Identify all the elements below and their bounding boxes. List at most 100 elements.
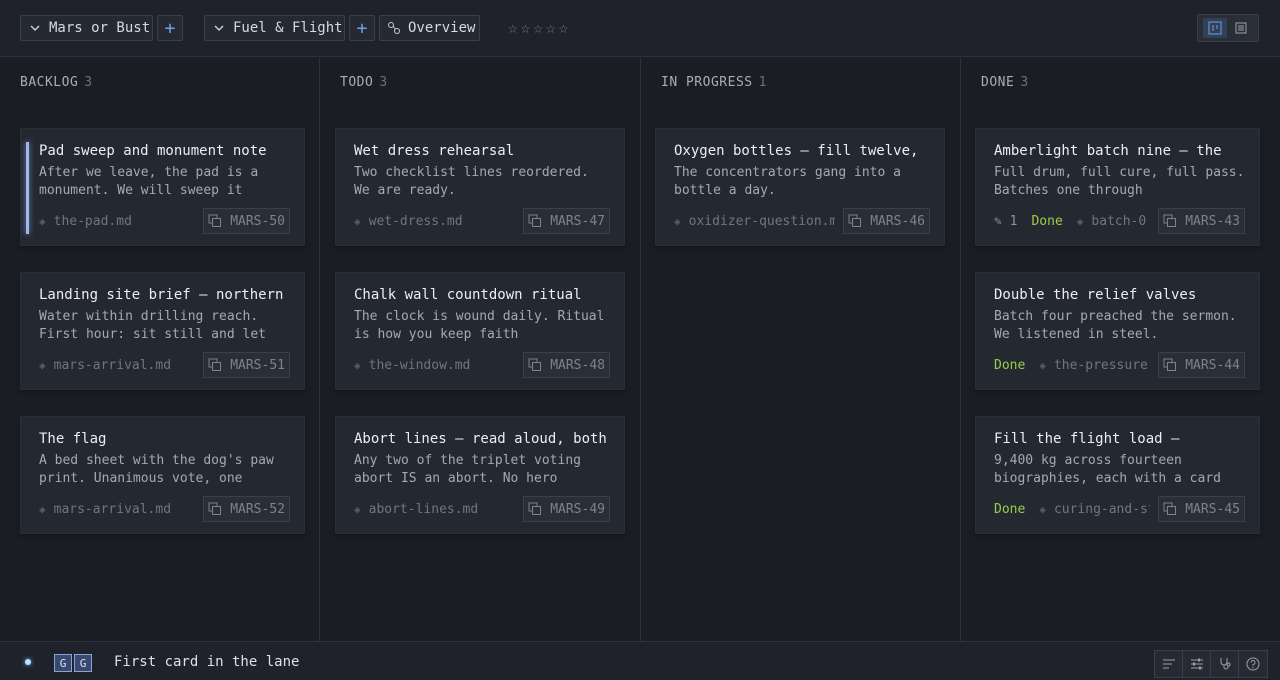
overview-label: Overview (408, 20, 476, 36)
card-description: The concentrators gang into a bottle a d… (674, 165, 901, 198)
plus-icon: + (356, 17, 368, 39)
sort-button[interactable] (1155, 651, 1183, 677)
column-header: DONE 3 (981, 75, 1029, 90)
status-indicator-icon (25, 659, 31, 665)
status-badge: Done (1031, 213, 1063, 229)
task-card[interactable]: The flag A bed sheet with the dog's paw p… (20, 416, 305, 534)
copy-key-button[interactable]: MARS-52 (203, 496, 290, 522)
linked-file[interactable]: mars-arrival.md (54, 502, 196, 517)
file-link-icon: ◈ (39, 358, 46, 372)
copy-key-button[interactable]: MARS-43 (1158, 208, 1245, 234)
card-description: 9,400 kg across fourteen biographies, ea… (994, 453, 1221, 486)
board-label: Fuel & Flight (233, 20, 343, 36)
star-icon[interactable]: ☆ (559, 19, 569, 37)
linked-file[interactable]: the-pressure (1054, 358, 1150, 373)
status-bar: G G First card in the lane (0, 641, 1280, 680)
linked-file[interactable]: the-pad.md (54, 214, 196, 229)
overview-button[interactable]: Overview (379, 15, 480, 41)
card-footer: ◈ the-pad.md MARS-50 (39, 208, 290, 234)
copy-key-button[interactable]: MARS-47 (523, 208, 610, 234)
file-link-icon: ◈ (39, 214, 46, 228)
status-message: First card in the lane (114, 654, 300, 670)
task-card[interactable]: Pad sweep and monument note After we leav… (20, 128, 305, 246)
column-title: IN PROGRESS (661, 75, 753, 90)
card-title: Chalk wall countdown ritual (354, 287, 582, 303)
task-card[interactable]: Amberlight batch nine — the Full drum, fu… (975, 128, 1260, 246)
copy-key-button[interactable]: MARS-50 (203, 208, 290, 234)
task-card[interactable]: Wet dress rehearsal Two checklist lines r… (335, 128, 625, 246)
pencil-icon: ✎ (994, 213, 1002, 229)
linked-file[interactable]: oxidizer-question.md (689, 214, 836, 229)
issue-key: MARS-46 (870, 213, 925, 229)
health-button[interactable] (1211, 651, 1239, 677)
graph-icon (380, 21, 408, 35)
star-icon[interactable]: ☆ (521, 19, 531, 37)
copy-icon (848, 214, 862, 227)
linked-file[interactable]: mars-arrival.md (54, 358, 196, 373)
list-icon (1235, 22, 1247, 34)
copy-key-button[interactable]: MARS-44 (1158, 352, 1245, 378)
list-view-button[interactable] (1229, 18, 1253, 38)
rating-stars[interactable]: ☆ ☆ ☆ ☆ ☆ (508, 19, 568, 37)
copy-icon (1163, 358, 1177, 371)
task-card[interactable]: Chalk wall countdown ritual The clock is … (335, 272, 625, 390)
add-board-button[interactable]: + (349, 15, 375, 41)
task-card[interactable]: Oxygen bottles — fill twelve, The concent… (655, 128, 945, 246)
star-icon[interactable]: ☆ (508, 19, 518, 37)
plus-icon: + (164, 17, 176, 39)
card-footer: Done ◈ curing-and-st MARS-45 (994, 496, 1245, 522)
linked-file[interactable]: curing-and-st (1054, 502, 1150, 517)
project-selector[interactable]: Mars or Bust (20, 15, 153, 41)
task-card[interactable]: Double the relief valves Batch four preac… (975, 272, 1260, 390)
add-project-button[interactable]: + (157, 15, 183, 41)
board-icon (1208, 21, 1222, 35)
column-title: BACKLOG (20, 75, 79, 90)
filter-button[interactable] (1183, 651, 1211, 677)
issue-key: MARS-43 (1185, 213, 1240, 229)
column-done: DONE 3 Amberlight batch nine — the Full dru… (961, 58, 1280, 641)
column-count: 3 (379, 75, 388, 90)
star-icon[interactable]: ☆ (533, 19, 543, 37)
task-card[interactable]: Abort lines — read aloud, both Any two of… (335, 416, 625, 534)
task-card[interactable]: Fill the flight load — 9,400 kg across fo… (975, 416, 1260, 534)
help-icon (1246, 657, 1260, 671)
copy-key-button[interactable]: MARS-48 (523, 352, 610, 378)
sliders-icon (1190, 658, 1203, 670)
task-card[interactable]: Landing site brief — northern Water withi… (20, 272, 305, 390)
card-description: Two checklist lines reordered. We are re… (354, 165, 589, 198)
copy-key-button[interactable]: MARS-51 (203, 352, 290, 378)
star-icon[interactable]: ☆ (546, 19, 556, 37)
board-selector[interactable]: Fuel & Flight (204, 15, 345, 41)
card-title: Double the relief valves (994, 287, 1197, 303)
board-view-button[interactable] (1203, 18, 1227, 38)
card-title: Fill the flight load — (994, 431, 1180, 447)
linked-file[interactable]: the-window.md (369, 358, 516, 373)
linked-file[interactable]: abort-lines.md (369, 502, 516, 517)
sort-icon (1162, 659, 1175, 669)
help-button[interactable] (1239, 651, 1267, 677)
card-description: After we leave, the pad is a monument. W… (39, 165, 259, 198)
top-toolbar: Mars or Bust + Fuel & Flight + Overview … (0, 0, 1280, 57)
card-footer: ✎ 1 Done ◈ batch-0 MARS-43 (994, 208, 1245, 234)
copy-icon (528, 358, 542, 371)
issue-key: MARS-47 (550, 213, 605, 229)
chevron-down-icon (205, 23, 233, 33)
keybinding-badge: G G (54, 654, 92, 672)
key-right: G (74, 654, 92, 672)
copy-key-button[interactable]: MARS-46 (843, 208, 930, 234)
file-link-icon: ◈ (354, 358, 361, 372)
column-title: TODO (340, 75, 374, 90)
file-link-icon: ◈ (354, 214, 361, 228)
column-header: TODO 3 (340, 75, 388, 90)
card-title: Amberlight batch nine — the (994, 143, 1222, 159)
copy-icon (1163, 214, 1177, 227)
column-count: 3 (84, 75, 93, 90)
issue-key: MARS-49 (550, 501, 605, 517)
view-toggle (1197, 14, 1259, 42)
copy-key-button[interactable]: MARS-49 (523, 496, 610, 522)
column-backlog: BACKLOG 3 Pad sweep and monument note After… (0, 58, 319, 641)
copy-key-button[interactable]: MARS-45 (1158, 496, 1245, 522)
linked-file[interactable]: batch-0 (1091, 214, 1150, 229)
linked-file[interactable]: wet-dress.md (369, 214, 516, 229)
card-description: Water within drilling reach. First hour:… (39, 309, 266, 342)
